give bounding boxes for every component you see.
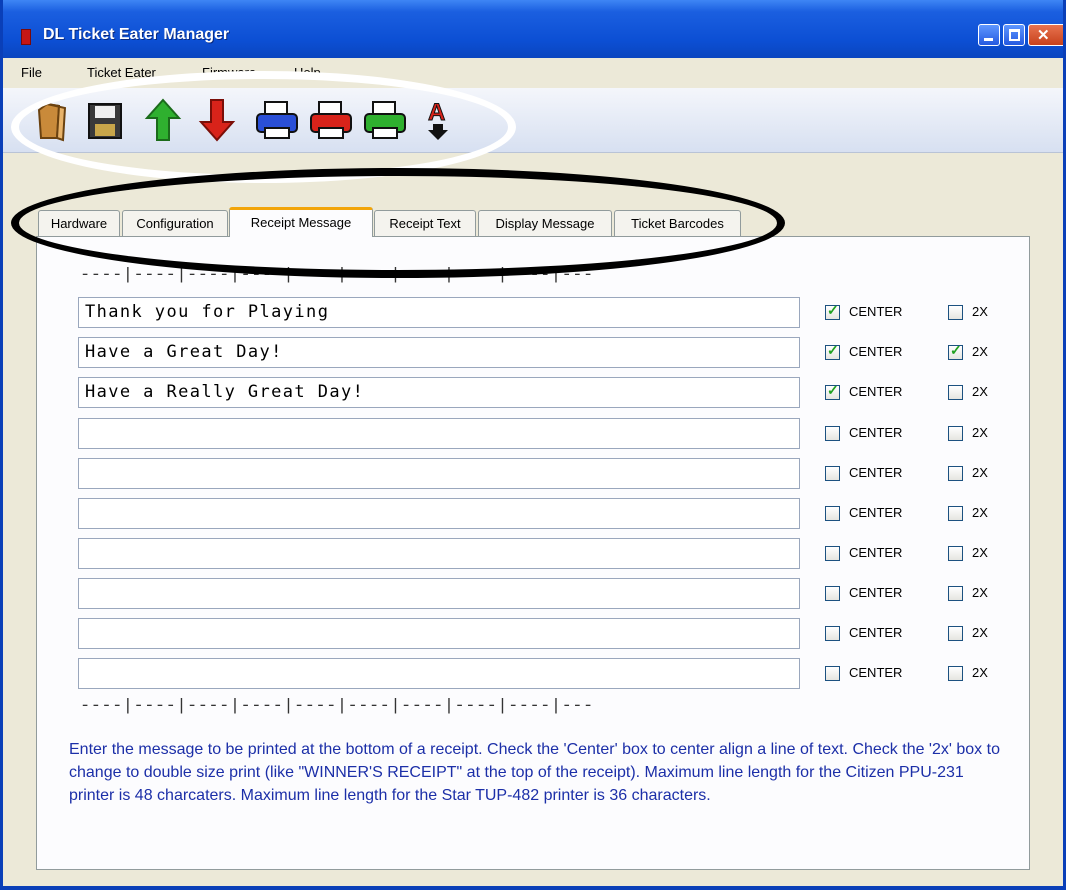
double-size-checkbox[interactable] bbox=[948, 626, 963, 641]
center-checkbox[interactable] bbox=[825, 385, 840, 400]
double-size-label: 2X bbox=[972, 384, 988, 399]
open-folder-icon[interactable] bbox=[33, 98, 73, 142]
tab-receipt-message[interactable]: Receipt Message bbox=[229, 207, 373, 237]
double-size-checkbox[interactable] bbox=[948, 305, 963, 320]
window-title: DL Ticket Eater Manager bbox=[43, 26, 229, 44]
center-label: CENTER bbox=[849, 465, 902, 480]
close-button[interactable] bbox=[1028, 24, 1066, 46]
tab-ticket-barcodes[interactable]: Ticket Barcodes bbox=[614, 210, 741, 236]
ruler-bottom: ----|----|----|----|----|----|----|----|… bbox=[80, 697, 594, 716]
menu-file[interactable]: File bbox=[21, 65, 42, 80]
double-size-checkbox[interactable] bbox=[948, 345, 963, 360]
message-line-input[interactable]: Thank you for Playing bbox=[78, 297, 800, 328]
message-line-input[interactable] bbox=[78, 498, 800, 529]
center-label: CENTER bbox=[849, 585, 902, 600]
title-bar[interactable]: DL Ticket Eater Manager bbox=[3, 0, 1066, 58]
double-size-checkbox[interactable] bbox=[948, 466, 963, 481]
center-checkbox[interactable] bbox=[825, 666, 840, 681]
message-line-input[interactable]: Have a Really Great Day! bbox=[78, 377, 800, 408]
double-size-label: 2X bbox=[972, 425, 988, 440]
tab-configuration[interactable]: Configuration bbox=[122, 210, 228, 236]
app-window: DL Ticket Eater Manager File Ticket Eate… bbox=[0, 0, 1066, 890]
message-line-input[interactable] bbox=[78, 578, 800, 609]
center-label: CENTER bbox=[849, 344, 902, 359]
printer-red-icon[interactable] bbox=[309, 98, 349, 142]
menu-help[interactable]: Help bbox=[294, 65, 321, 80]
help-text: Enter the message to be printed at the b… bbox=[69, 738, 1009, 807]
center-checkbox[interactable] bbox=[825, 426, 840, 441]
app-icon bbox=[21, 29, 31, 45]
minimize-button[interactable] bbox=[978, 24, 1000, 46]
save-disk-icon[interactable] bbox=[85, 98, 125, 142]
double-size-label: 2X bbox=[972, 344, 988, 359]
double-size-checkbox[interactable] bbox=[948, 546, 963, 561]
center-label: CENTER bbox=[849, 425, 902, 440]
menu-ticket-eater[interactable]: Ticket Eater bbox=[87, 65, 156, 80]
message-line-input[interactable] bbox=[78, 538, 800, 569]
double-size-label: 2X bbox=[972, 545, 988, 560]
center-label: CENTER bbox=[849, 304, 902, 319]
center-checkbox[interactable] bbox=[825, 466, 840, 481]
tab-display-message[interactable]: Display Message bbox=[478, 210, 612, 236]
center-checkbox[interactable] bbox=[825, 586, 840, 601]
double-size-checkbox[interactable] bbox=[948, 586, 963, 601]
center-label: CENTER bbox=[849, 625, 902, 640]
message-line-input[interactable] bbox=[78, 458, 800, 489]
menu-firmware[interactable]: Firmware bbox=[202, 65, 256, 80]
center-label: CENTER bbox=[849, 545, 902, 560]
center-checkbox[interactable] bbox=[825, 546, 840, 561]
double-size-label: 2X bbox=[972, 625, 988, 640]
message-line-input[interactable] bbox=[78, 658, 800, 689]
double-size-label: 2X bbox=[972, 304, 988, 319]
double-size-label: 2X bbox=[972, 505, 988, 520]
printer-green-icon[interactable] bbox=[363, 98, 403, 142]
double-size-checkbox[interactable] bbox=[948, 666, 963, 681]
upload-green-arrow-icon[interactable] bbox=[143, 98, 183, 142]
center-checkbox[interactable] bbox=[825, 626, 840, 641]
double-size-checkbox[interactable] bbox=[948, 385, 963, 400]
message-line-input[interactable]: Have a Great Day! bbox=[78, 337, 800, 368]
double-size-checkbox[interactable] bbox=[948, 426, 963, 441]
menu-bar: File Ticket Eater Firmware Help bbox=[3, 58, 1066, 88]
printer-blue-icon[interactable] bbox=[255, 98, 295, 142]
svg-text:A: A bbox=[428, 99, 445, 126]
message-line-input[interactable] bbox=[78, 418, 800, 449]
center-label: CENTER bbox=[849, 384, 902, 399]
center-checkbox[interactable] bbox=[825, 345, 840, 360]
download-red-arrow-icon[interactable] bbox=[197, 98, 237, 142]
toolbar: A bbox=[3, 88, 1066, 153]
tab-receipt-text[interactable]: Receipt Text bbox=[374, 210, 476, 236]
center-checkbox[interactable] bbox=[825, 506, 840, 521]
double-size-label: 2X bbox=[972, 465, 988, 480]
double-size-checkbox[interactable] bbox=[948, 506, 963, 521]
center-label: CENTER bbox=[849, 665, 902, 680]
tab-hardware[interactable]: Hardware bbox=[38, 210, 120, 236]
ruler-top: ----|----|----|----|----|----|----|----|… bbox=[80, 266, 594, 285]
maximize-button[interactable] bbox=[1003, 24, 1025, 46]
double-size-label: 2X bbox=[972, 585, 988, 600]
center-checkbox[interactable] bbox=[825, 305, 840, 320]
message-line-input[interactable] bbox=[78, 618, 800, 649]
font-down-icon[interactable]: A bbox=[423, 98, 463, 142]
double-size-label: 2X bbox=[972, 665, 988, 680]
center-label: CENTER bbox=[849, 505, 902, 520]
